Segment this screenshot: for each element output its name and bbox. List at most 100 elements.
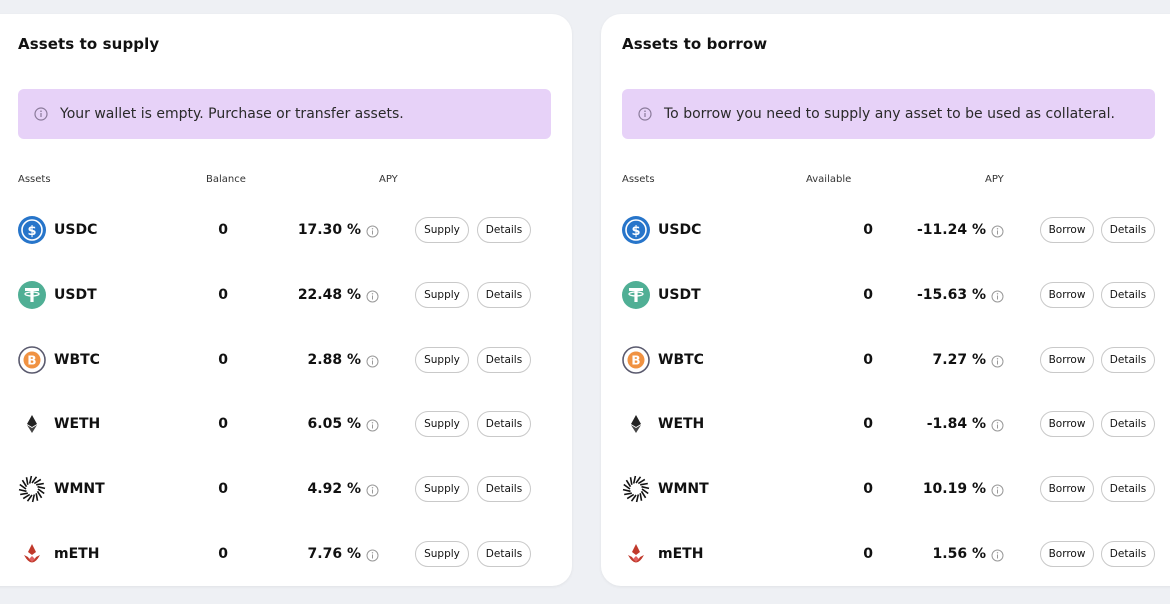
svg-text:$: $	[631, 224, 640, 239]
header-assets: Assets	[18, 174, 51, 185]
table-row: B WBTC 0 7.27 % Borrow Details	[622, 340, 1162, 380]
weth-icon	[622, 410, 650, 438]
supply-button[interactable]: Supply	[415, 346, 469, 373]
balance-value: 0	[218, 286, 228, 303]
borrow-banner-text: To borrow you need to supply any asset t…	[664, 106, 1115, 122]
borrow-title: Assets to borrow	[622, 35, 768, 53]
available-value: 0	[863, 481, 873, 498]
balance-value: 0	[218, 546, 228, 562]
details-button[interactable]: Details	[1101, 476, 1155, 503]
asset-name: USDC	[658, 222, 702, 238]
borrow-button[interactable]: Borrow	[1040, 541, 1094, 567]
asset-name: WBTC	[658, 351, 704, 368]
header-assets: Assets	[622, 174, 655, 185]
asset-name: WBTC	[54, 351, 100, 368]
details-button[interactable]: Details	[477, 281, 531, 308]
info-icon[interactable]	[991, 547, 1004, 562]
details-button[interactable]: Details	[1101, 541, 1155, 567]
svg-text:$: $	[27, 224, 36, 239]
info-icon[interactable]	[366, 547, 379, 562]
header-balance: Balance	[206, 174, 246, 185]
svg-text:B: B	[27, 353, 36, 367]
apy-value: 7.27 %	[932, 351, 986, 368]
details-button[interactable]: Details	[477, 217, 531, 243]
details-button[interactable]: Details	[1101, 217, 1155, 243]
info-icon[interactable]	[991, 482, 1004, 497]
supply-button[interactable]: Supply	[415, 281, 469, 308]
asset-name: WMNT	[658, 481, 709, 498]
table-row: B WBTC 0 2.88 % Supply Details	[18, 340, 558, 380]
meth-icon	[622, 540, 650, 568]
asset-name: USDT	[658, 286, 701, 303]
available-value: 0	[863, 546, 873, 562]
usdc-icon: $	[622, 216, 650, 244]
details-button[interactable]: Details	[1101, 411, 1155, 438]
borrow-button[interactable]: Borrow	[1040, 217, 1094, 243]
usdt-icon	[18, 280, 46, 309]
apy-value: 4.92 %	[307, 481, 361, 498]
info-icon	[34, 107, 48, 121]
table-row: $ USDC 0 -11.24 % Borrow Details	[622, 210, 1162, 250]
details-button[interactable]: Details	[1101, 281, 1155, 308]
apy-value: 2.88 %	[307, 351, 361, 368]
apy-value: 6.05 %	[307, 416, 361, 433]
balance-value: 0	[218, 481, 228, 498]
supply-banner-text: Your wallet is empty. Purchase or transf…	[60, 106, 404, 122]
table-row: USDT 0 -15.63 % Borrow Details	[622, 275, 1162, 315]
details-button[interactable]: Details	[477, 541, 531, 567]
details-button[interactable]: Details	[1101, 346, 1155, 373]
apy-value: 22.48 %	[297, 286, 361, 303]
info-icon[interactable]	[991, 353, 1004, 368]
info-icon[interactable]	[366, 482, 379, 497]
meth-icon	[18, 540, 46, 568]
weth-icon	[18, 410, 46, 438]
supply-card: Assets to supply Your wallet is empty. P…	[0, 14, 572, 586]
apy-value: 7.76 %	[307, 546, 361, 562]
info-icon[interactable]	[991, 417, 1004, 432]
apy-value: 17.30 %	[297, 222, 361, 238]
asset-name: WMNT	[54, 481, 105, 498]
usdc-icon: $	[18, 216, 46, 244]
info-icon[interactable]	[991, 288, 1004, 303]
available-value: 0	[863, 351, 873, 368]
table-row: WETH 0 -1.84 % Borrow Details	[622, 404, 1162, 444]
asset-name: USDC	[54, 222, 98, 238]
details-button[interactable]: Details	[477, 476, 531, 503]
borrow-card: Assets to borrow To borrow you need to s…	[601, 14, 1170, 586]
available-value: 0	[863, 416, 873, 433]
available-value: 0	[863, 222, 873, 238]
details-button[interactable]: Details	[477, 411, 531, 438]
table-row: WMNT 0 10.19 % Borrow Details	[622, 469, 1162, 509]
supply-button[interactable]: Supply	[415, 217, 469, 243]
table-row: WETH 0 6.05 % Supply Details	[18, 404, 558, 444]
borrow-button[interactable]: Borrow	[1040, 476, 1094, 503]
borrow-button[interactable]: Borrow	[1040, 346, 1094, 373]
wmnt-icon	[18, 475, 46, 503]
info-icon[interactable]	[366, 353, 379, 368]
borrow-button[interactable]: Borrow	[1040, 411, 1094, 438]
supply-button[interactable]: Supply	[415, 411, 469, 438]
table-row: USDT 0 22.48 % Supply Details	[18, 275, 558, 315]
apy-value: 1.56 %	[932, 546, 986, 562]
asset-name: mETH	[54, 546, 100, 562]
info-icon[interactable]	[366, 288, 379, 303]
asset-name: WETH	[54, 416, 101, 433]
wbtc-icon: B	[18, 345, 46, 374]
wbtc-icon: B	[622, 345, 650, 374]
borrow-button[interactable]: Borrow	[1040, 281, 1094, 308]
supply-button[interactable]: Supply	[415, 476, 469, 503]
info-icon[interactable]	[366, 417, 379, 432]
info-icon[interactable]	[991, 223, 1004, 238]
supply-button[interactable]: Supply	[415, 541, 469, 567]
apy-value: -11.24 %	[917, 222, 986, 238]
balance-value: 0	[218, 222, 228, 238]
usdt-icon	[622, 280, 650, 309]
info-icon[interactable]	[366, 223, 379, 238]
apy-value: -15.63 %	[917, 286, 986, 303]
info-icon	[638, 107, 652, 121]
table-row: WMNT 0 4.92 % Supply Details	[18, 469, 558, 509]
details-button[interactable]: Details	[477, 346, 531, 373]
table-row: $ USDC 0 17.30 % Supply Details	[18, 210, 558, 250]
borrow-banner: To borrow you need to supply any asset t…	[622, 89, 1155, 139]
supply-banner: Your wallet is empty. Purchase or transf…	[18, 89, 551, 139]
